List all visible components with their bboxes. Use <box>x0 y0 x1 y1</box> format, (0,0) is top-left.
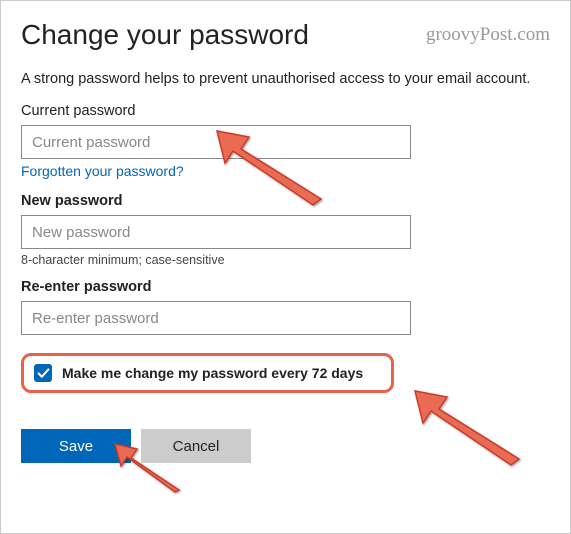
current-password-input[interactable] <box>21 125 411 159</box>
watermark: groovyPost.com <box>426 24 550 46</box>
reenter-password-label: Re-enter password <box>21 279 550 295</box>
save-button[interactable]: Save <box>21 429 131 463</box>
cancel-button[interactable]: Cancel <box>141 429 251 463</box>
help-text: A strong password helps to prevent unaut… <box>21 71 550 87</box>
password-hint: 8-character minimum; case-sensitive <box>21 253 550 267</box>
page-title: Change your password <box>21 19 309 51</box>
forgot-password-link[interactable]: Forgotten your password? <box>21 163 184 179</box>
check-icon <box>37 367 50 380</box>
force-change-checkbox[interactable] <box>34 364 52 382</box>
force-change-row[interactable]: Make me change my password every 72 days <box>21 353 394 393</box>
current-password-label: Current password <box>21 103 550 119</box>
reenter-password-input[interactable] <box>21 301 411 335</box>
new-password-input[interactable] <box>21 215 411 249</box>
new-password-label: New password <box>21 193 550 209</box>
force-change-label: Make me change my password every 72 days <box>62 365 363 381</box>
